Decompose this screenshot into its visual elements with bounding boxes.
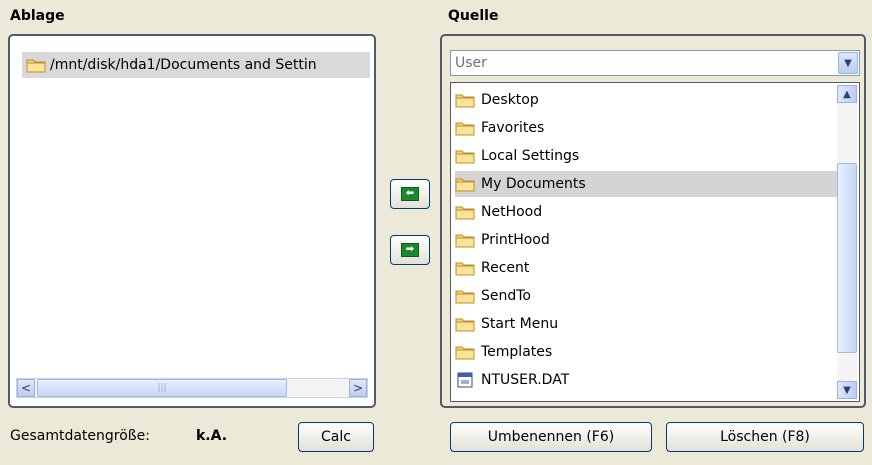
file-list-item-label: PrintHood [481, 232, 550, 248]
horizontal-scroll-thumb[interactable]: ||| [37, 379, 287, 397]
folder-icon [455, 178, 475, 192]
rename-button[interactable]: Umbenennen (F6) [450, 422, 652, 452]
file-list-item-label: Favorites [481, 120, 545, 136]
file-list-item-label: Templates [481, 344, 553, 360]
file-list-item-label: Local Settings [481, 148, 580, 164]
file-list-item[interactable]: Recent [455, 255, 837, 281]
scroll-right-button[interactable]: > [349, 379, 367, 397]
file-list-item-label: SendTo [481, 288, 531, 304]
folder-icon [455, 318, 475, 332]
ablage-item-label: /mnt/disk/hda1/Documents and Settin [50, 57, 317, 73]
ablage-list[interactable]: /mnt/disk/hda1/Documents and Settin < ||… [8, 34, 376, 408]
vertical-scroll-thumb[interactable] [837, 163, 857, 353]
file-list-item[interactable]: Local Settings [455, 143, 837, 169]
file-list-item-label: My Documents [481, 176, 586, 192]
folder-icon [26, 59, 46, 73]
arrow-right-icon: ➡ [401, 243, 419, 257]
file-list-item-label: Desktop [481, 92, 539, 108]
folder-icon [455, 150, 475, 164]
user-dropdown-value: User [455, 55, 487, 71]
folder-icon [455, 234, 475, 248]
file-list-item-label: Start Menu [481, 316, 559, 332]
folder-icon [455, 262, 475, 276]
user-dropdown[interactable]: User ▼ [450, 50, 860, 76]
folder-icon [455, 346, 475, 360]
file-list-item[interactable]: Start Menu [455, 311, 837, 337]
folder-icon [455, 206, 475, 220]
ablage-item[interactable]: /mnt/disk/hda1/Documents and Settin [22, 52, 370, 78]
folder-icon [455, 94, 475, 108]
chevron-down-icon[interactable]: ▼ [838, 52, 858, 74]
quelle-file-list[interactable]: ▲ ▼ Desktop Favorites Local Settings My Doc… [450, 82, 860, 402]
quelle-label: Quelle [448, 8, 499, 24]
delete-button[interactable]: Löschen (F8) [666, 422, 864, 452]
file-list-item[interactable]: SendTo [455, 283, 837, 309]
file-list-item[interactable]: Favorites [455, 115, 837, 141]
file-list-item[interactable]: PrintHood [455, 227, 837, 253]
ablage-label: Ablage [10, 8, 65, 24]
folder-icon [455, 122, 475, 136]
quelle-panel: User ▼ ▲ ▼ Desktop Favorites Local Setting… [440, 34, 866, 408]
horizontal-scrollbar[interactable]: < ||| > [16, 378, 368, 398]
move-left-button[interactable]: ⬅ [390, 179, 430, 209]
scroll-up-button[interactable]: ▲ [837, 85, 857, 103]
vertical-scrollbar[interactable]: ▲ ▼ [837, 85, 857, 399]
calc-button[interactable]: Calc [298, 422, 374, 452]
total-size-label: Gesamtdatengröße: [10, 428, 150, 444]
file-list-item[interactable]: My Documents [455, 171, 837, 197]
scroll-down-button[interactable]: ▼ [837, 381, 857, 399]
move-right-button[interactable]: ➡ [390, 235, 430, 265]
scroll-left-button[interactable]: < [17, 379, 35, 397]
total-size-value: k.A. [196, 428, 228, 444]
file-list-item[interactable]: NetHood [455, 199, 837, 225]
file-icon [457, 372, 473, 388]
file-list-item[interactable]: Desktop [455, 87, 837, 113]
file-list-item-label: Recent [481, 260, 530, 276]
file-list-item-label: NTUSER.DAT [481, 372, 570, 388]
file-list-item[interactable]: Templates [455, 339, 837, 365]
file-list-item-label: NetHood [481, 204, 543, 220]
arrow-left-icon: ⬅ [401, 187, 419, 201]
file-list-item[interactable]: NTUSER.DAT [455, 367, 837, 393]
folder-icon [455, 290, 475, 304]
